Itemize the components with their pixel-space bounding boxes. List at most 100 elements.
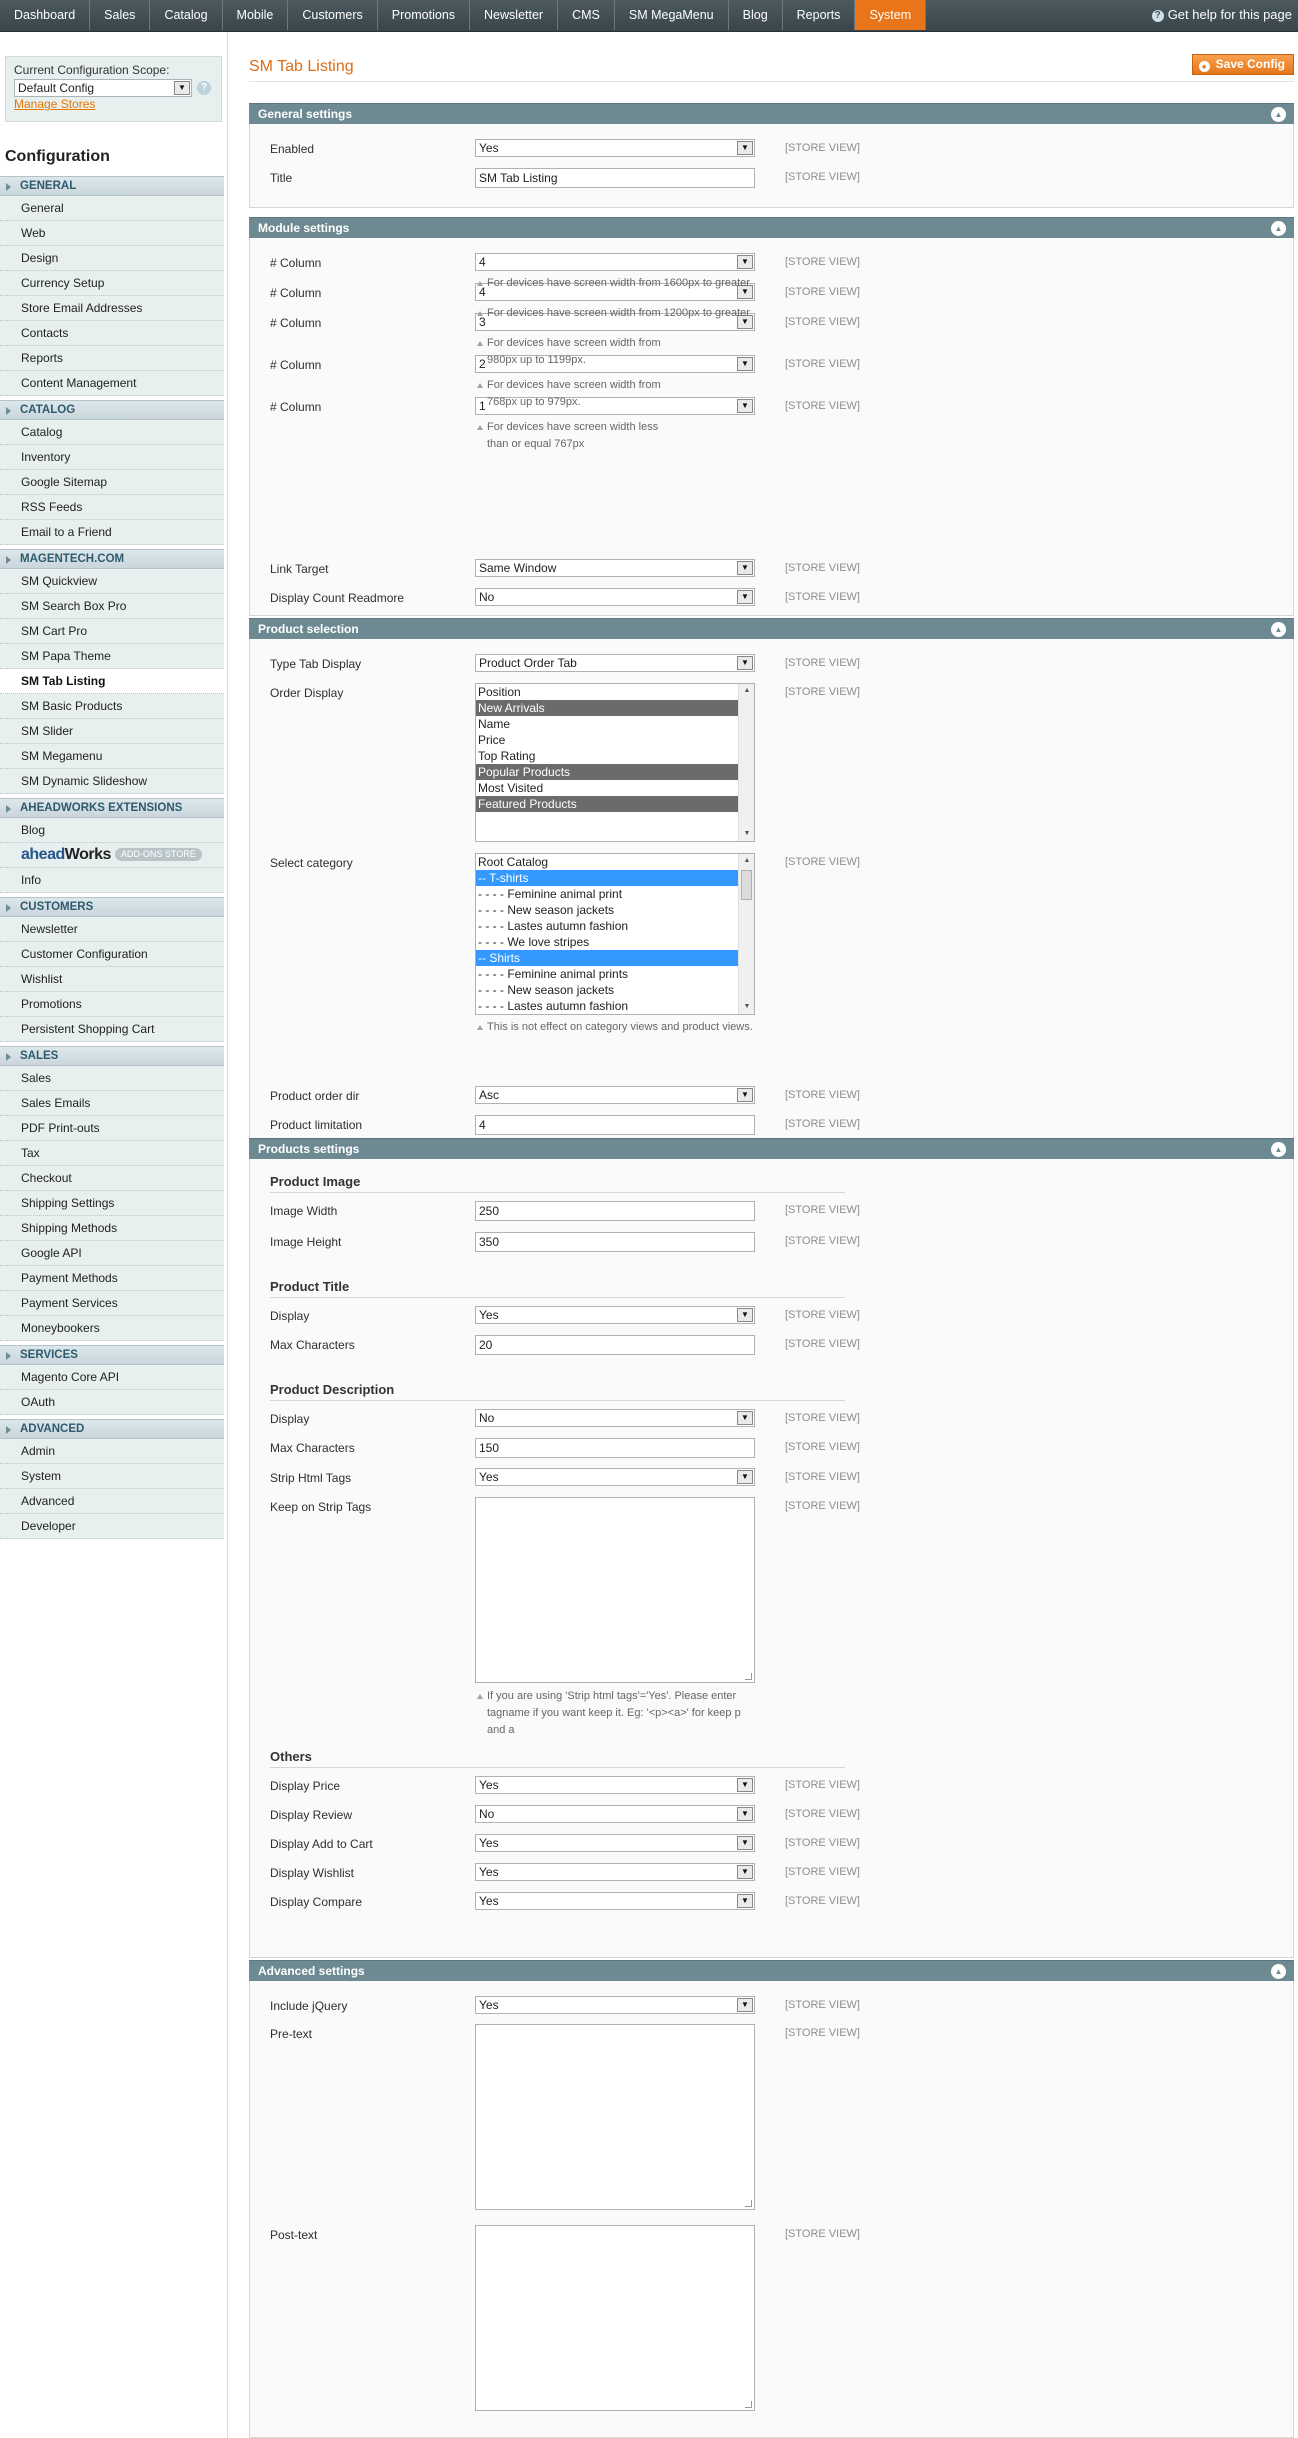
sidebar-item-email-to-a-friend[interactable]: Email to a Friend <box>0 520 224 545</box>
scope-select[interactable]: Default Config ▼ <box>14 79 192 97</box>
scrollbar[interactable]: ▲ ▼ <box>738 684 754 841</box>
category-option[interactable]: -- T-shirts <box>476 870 738 886</box>
sidebar-item-newsletter[interactable]: Newsletter <box>0 917 224 942</box>
sidebar-item-admin[interactable]: Admin <box>0 1439 224 1464</box>
sidebar-item-system[interactable]: System <box>0 1464 224 1489</box>
order-display-multiselect[interactable]: Position New Arrivals Name Price Top Rating P… <box>475 683 755 842</box>
display-price-select[interactable]: Yes ▼ <box>475 1776 755 1794</box>
manage-stores-link[interactable]: Manage Stores <box>14 97 95 111</box>
sidebar-item-shipping-settings[interactable]: Shipping Settings <box>0 1191 224 1216</box>
sidebar-item-tax[interactable]: Tax <box>0 1141 224 1166</box>
scrollbar[interactable]: ▲ ▼ <box>738 854 754 1014</box>
category-option[interactable]: Root Catalog <box>476 854 738 870</box>
display-wishlist-select[interactable]: Yes ▼ <box>475 1863 755 1881</box>
sidebar-item-sm-cart-pro[interactable]: SM Cart Pro <box>0 619 224 644</box>
category-option[interactable]: - - - - We love stripes <box>476 934 738 950</box>
sidebar-item-google-sitemap[interactable]: Google Sitemap <box>0 470 224 495</box>
sidebar-item-shipping-methods[interactable]: Shipping Methods <box>0 1216 224 1241</box>
general-settings-header[interactable]: General settings ▲ <box>249 103 1294 124</box>
sidebar-item-wishlist[interactable]: Wishlist <box>0 967 224 992</box>
order-dir-select[interactable]: Asc ▼ <box>475 1086 755 1104</box>
save-config-button[interactable]: ● Save Config <box>1191 54 1294 75</box>
section-header-customers[interactable]: CUSTOMERS <box>0 897 224 917</box>
scope-help-icon[interactable]: ? <box>197 81 211 95</box>
module-settings-header[interactable]: Module settings ▲ <box>249 217 1294 238</box>
sidebar-item-sm-tab-listing[interactable]: SM Tab Listing <box>0 669 224 694</box>
category-multiselect[interactable]: Root Catalog -- T-shirts - - - - Feminine … <box>475 853 755 1015</box>
sidebar-item-payment-methods[interactable]: Payment Methods <box>0 1266 224 1291</box>
nav-promotions[interactable]: Promotions <box>378 0 471 30</box>
product-selection-header[interactable]: Product selection ▲ <box>249 618 1294 639</box>
column-select[interactable]: 4 ▼ <box>475 253 755 271</box>
sidebar-item-info[interactable]: Info <box>0 868 224 893</box>
sidebar-item-inventory[interactable]: Inventory <box>0 445 224 470</box>
display-compare-select[interactable]: Yes ▼ <box>475 1892 755 1910</box>
sidebar-item-contacts[interactable]: Contacts <box>0 321 224 346</box>
sidebar-item-customer-configuration[interactable]: Customer Configuration <box>0 942 224 967</box>
sidebar-item-promotions[interactable]: Promotions <box>0 992 224 1017</box>
category-option[interactable]: - - - - New season jackets <box>476 982 738 998</box>
posttext-textarea[interactable] <box>475 2225 755 2411</box>
sidebar-item-sm-basic-products[interactable]: SM Basic Products <box>0 694 224 719</box>
scroll-down-icon[interactable]: ▼ <box>739 1000 754 1014</box>
category-option[interactable]: - - - - Feminine animal prints <box>476 966 738 982</box>
category-option[interactable]: -- Shirts <box>476 950 738 966</box>
scroll-down-icon[interactable]: ▼ <box>739 827 754 841</box>
sidebar-item-catalog[interactable]: Catalog <box>0 420 224 445</box>
desc-max-input[interactable]: 150 <box>475 1438 755 1458</box>
nav-blog[interactable]: Blog <box>729 0 783 30</box>
sidebar-item-sm-megamenu[interactable]: SM Megamenu <box>0 744 224 769</box>
sidebar-item-content-management[interactable]: Content Management <box>0 371 224 396</box>
sidebar-item-sales-emails[interactable]: Sales Emails <box>0 1091 224 1116</box>
sidebar-item-rss-feeds[interactable]: RSS Feeds <box>0 495 224 520</box>
section-header-catalog[interactable]: CATALOG <box>0 400 224 420</box>
nav-sm-megamenu[interactable]: SM MegaMenu <box>615 0 729 30</box>
title-max-input[interactable]: 20 <box>475 1335 755 1355</box>
collapse-icon[interactable]: ▲ <box>1271 1142 1286 1157</box>
sidebar-item-web[interactable]: Web <box>0 221 224 246</box>
sidebar-item-aheadworks-store[interactable]: aheadWorks ADD-ONS STORE <box>0 843 224 868</box>
sidebar-item-pdf-print-outs[interactable]: PDF Print-outs <box>0 1116 224 1141</box>
link-target-select[interactable]: Same Window ▼ <box>475 559 755 577</box>
display-add-to-cart-select[interactable]: Yes ▼ <box>475 1834 755 1852</box>
nav-dashboard[interactable]: Dashboard <box>0 0 91 30</box>
sidebar-item-general[interactable]: General <box>0 196 224 221</box>
strip-html-select[interactable]: Yes ▼ <box>475 1468 755 1486</box>
image-height-input[interactable]: 350 <box>475 1232 755 1252</box>
order-option-popular-products[interactable]: Popular Products <box>476 764 738 780</box>
scroll-up-icon[interactable]: ▲ <box>739 854 754 868</box>
nav-cms[interactable]: CMS <box>558 0 615 30</box>
enabled-select[interactable]: Yes ▼ <box>475 139 755 157</box>
sidebar-item-payment-services[interactable]: Payment Services <box>0 1291 224 1316</box>
collapse-icon[interactable]: ▲ <box>1271 1964 1286 1979</box>
title-input[interactable]: SM Tab Listing <box>475 168 755 188</box>
scroll-up-icon[interactable]: ▲ <box>739 684 754 698</box>
keep-tags-textarea[interactable] <box>475 1497 755 1683</box>
advanced-settings-header[interactable]: Advanced settings ▲ <box>249 1960 1294 1981</box>
sidebar-item-sm-dynamic-slideshow[interactable]: SM Dynamic Slideshow <box>0 769 224 794</box>
sidebar-item-sm-search-box-pro[interactable]: SM Search Box Pro <box>0 594 224 619</box>
sidebar-item-moneybookers[interactable]: Moneybookers <box>0 1316 224 1341</box>
nav-mobile[interactable]: Mobile <box>223 0 289 30</box>
collapse-icon[interactable]: ▲ <box>1271 107 1286 122</box>
sidebar-item-oauth[interactable]: OAuth <box>0 1390 224 1415</box>
collapse-icon[interactable]: ▲ <box>1271 622 1286 637</box>
section-header-services[interactable]: SERVICES <box>0 1345 224 1365</box>
sidebar-item-sm-papa-theme[interactable]: SM Papa Theme <box>0 644 224 669</box>
order-option-position[interactable]: Position <box>476 684 738 700</box>
order-option-new-arrivals[interactable]: New Arrivals <box>476 700 738 716</box>
sidebar-item-blog[interactable]: Blog <box>0 818 224 843</box>
sidebar-item-checkout[interactable]: Checkout <box>0 1166 224 1191</box>
display-review-select[interactable]: No ▼ <box>475 1805 755 1823</box>
section-header-general[interactable]: GENERAL <box>0 176 224 196</box>
category-option[interactable]: - - - - Lastes autumn fashion <box>476 998 738 1014</box>
order-option-price[interactable]: Price <box>476 732 738 748</box>
order-option-name[interactable]: Name <box>476 716 738 732</box>
title-display-select[interactable]: Yes ▼ <box>475 1306 755 1324</box>
section-header-sales[interactable]: SALES <box>0 1046 224 1066</box>
products-settings-header[interactable]: Products settings ▲ <box>249 1138 1294 1159</box>
sidebar-item-reports[interactable]: Reports <box>0 346 224 371</box>
nav-sales[interactable]: Sales <box>90 0 151 30</box>
sidebar-item-advanced[interactable]: Advanced <box>0 1489 224 1514</box>
section-header-advanced[interactable]: ADVANCED <box>0 1419 224 1439</box>
